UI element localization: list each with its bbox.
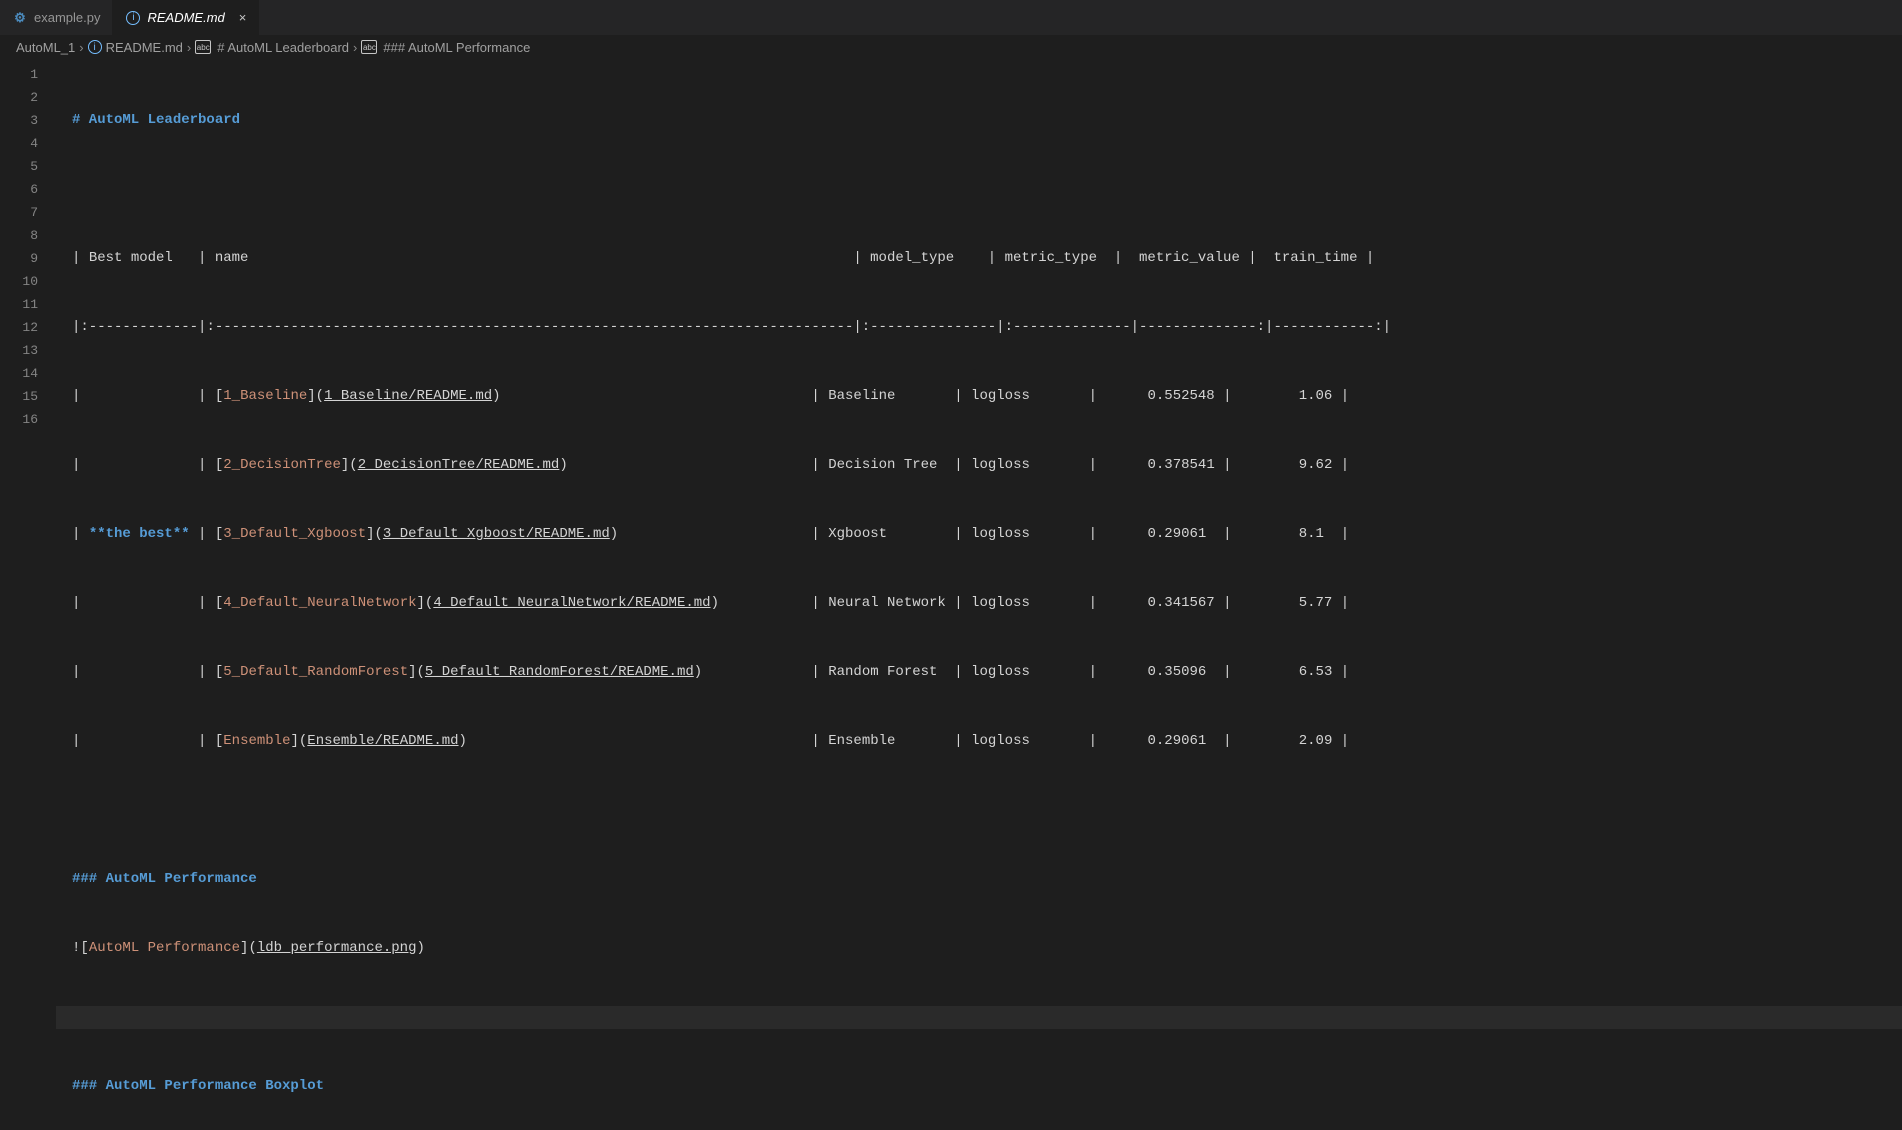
line-number: 15 <box>0 385 38 408</box>
line-number: 1 <box>0 63 38 86</box>
tab-label: README.md <box>147 10 224 25</box>
table-row[interactable]: | **the best** | [3_Default_Xgboost](3_D… <box>56 523 1902 546</box>
line-number: 5 <box>0 155 38 178</box>
tab-example-py[interactable]: ⚙ example.py <box>0 0 113 35</box>
line-number: 4 <box>0 132 38 155</box>
breadcrumb-item[interactable]: README.md <box>106 40 183 55</box>
line-number: 7 <box>0 201 38 224</box>
chevron-right-icon: › <box>187 40 191 55</box>
tab-label: example.py <box>34 10 100 25</box>
close-icon[interactable]: × <box>239 10 247 25</box>
code-content[interactable]: # AutoML Leaderboard | Best model | name… <box>56 63 1902 1130</box>
table-row[interactable]: | | [4_Default_NeuralNetwork](4_Default_… <box>56 592 1902 615</box>
python-icon: ⚙ <box>12 10 28 26</box>
line-number: 3 <box>0 109 38 132</box>
info-icon: i <box>88 40 102 54</box>
line-number: 6 <box>0 178 38 201</box>
line-number: 8 <box>0 224 38 247</box>
line-number: 2 <box>0 86 38 109</box>
code-line[interactable]: ### AutoML Performance <box>56 868 1902 891</box>
info-icon: i <box>125 10 141 26</box>
line-number: 9 <box>0 247 38 270</box>
code-line[interactable] <box>56 799 1902 822</box>
editor-tabs: ⚙ example.py i README.md × <box>0 0 1902 35</box>
heading-icon: abc <box>195 40 211 54</box>
code-line[interactable]: | Best model | name | model_type | metri… <box>56 247 1902 270</box>
code-line[interactable]: ### AutoML Performance Boxplot <box>56 1075 1902 1098</box>
breadcrumb-item[interactable]: # AutoML Leaderboard <box>217 40 349 55</box>
code-line[interactable] <box>56 1006 1902 1029</box>
line-number: 16 <box>0 408 38 431</box>
code-line[interactable]: # AutoML Leaderboard <box>56 109 1902 132</box>
line-number: 10 <box>0 270 38 293</box>
line-number: 12 <box>0 316 38 339</box>
line-number-gutter: 1 2 3 4 5 6 7 8 9 10 11 12 13 14 15 16 <box>0 63 56 1130</box>
chevron-right-icon: › <box>79 40 83 55</box>
heading-icon: abc <box>361 40 377 54</box>
line-number: 11 <box>0 293 38 316</box>
code-line[interactable] <box>56 178 1902 201</box>
table-row[interactable]: | | [Ensemble](Ensemble/README.md) | Ens… <box>56 730 1902 753</box>
table-row[interactable]: | | [2_DecisionTree](2_DecisionTree/READ… <box>56 454 1902 477</box>
chevron-right-icon: › <box>353 40 357 55</box>
line-number: 13 <box>0 339 38 362</box>
breadcrumb-item[interactable]: AutoML_1 <box>16 40 75 55</box>
line-number: 14 <box>0 362 38 385</box>
tab-readme-md[interactable]: i README.md × <box>113 0 259 35</box>
breadcrumb-item[interactable]: ### AutoML Performance <box>383 40 530 55</box>
table-row[interactable]: | | [1_Baseline](1_Baseline/README.md) |… <box>56 385 1902 408</box>
code-line[interactable]: |:-------------|:-----------------------… <box>56 316 1902 339</box>
code-line[interactable]: ![AutoML Performance](ldb_performance.pn… <box>56 937 1902 960</box>
table-row[interactable]: | | [5_Default_RandomForest](5_Default_R… <box>56 661 1902 684</box>
code-editor[interactable]: 1 2 3 4 5 6 7 8 9 10 11 12 13 14 15 16 #… <box>0 59 1902 1130</box>
breadcrumb[interactable]: AutoML_1 › i README.md › abc # AutoML Le… <box>0 35 1902 59</box>
